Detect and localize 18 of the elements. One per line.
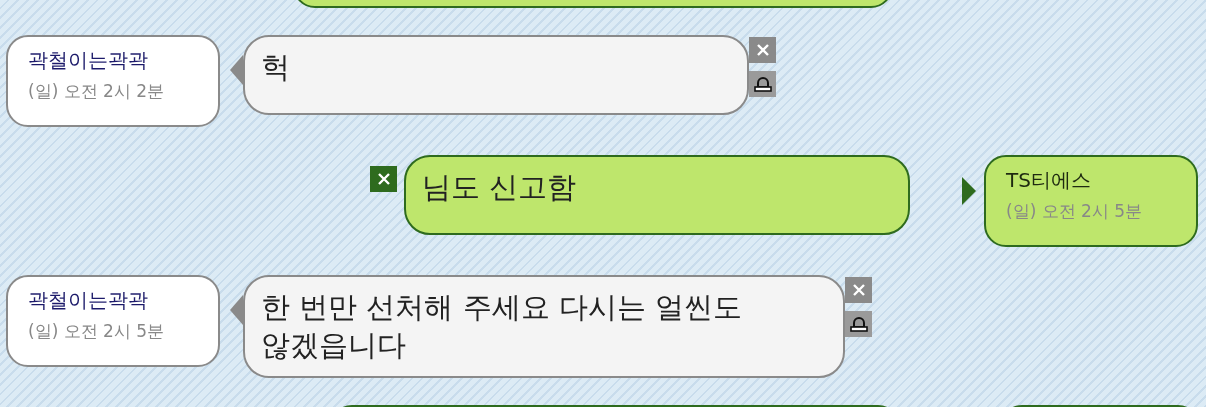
close-icon	[755, 43, 770, 57]
report-button[interactable]	[749, 71, 776, 97]
close-button[interactable]	[845, 277, 872, 303]
message-time: (일) 오전 2시 5분	[28, 320, 166, 343]
message-time: (일) 오전 2시 2분	[28, 80, 166, 103]
report-button[interactable]	[845, 311, 872, 337]
message-time: (일) 오전 2시 5분	[1006, 200, 1144, 223]
close-icon	[851, 283, 866, 297]
sender-name: 곽철이는곽곽	[28, 287, 149, 314]
message-text: 한 번만 선처해 주세요 다시는 얼씬도 않겠읍니다	[261, 290, 743, 362]
close-button[interactable]	[370, 166, 397, 192]
sender-name: TS티에스	[1006, 167, 1092, 194]
close-button[interactable]	[749, 37, 776, 63]
close-icon	[376, 172, 391, 186]
sender-name: 곽철이는곽곽	[28, 47, 149, 74]
message-text: 님도 신고함	[422, 170, 577, 204]
bubble-tail-icon	[962, 177, 978, 205]
message-text: 헉	[261, 50, 290, 84]
